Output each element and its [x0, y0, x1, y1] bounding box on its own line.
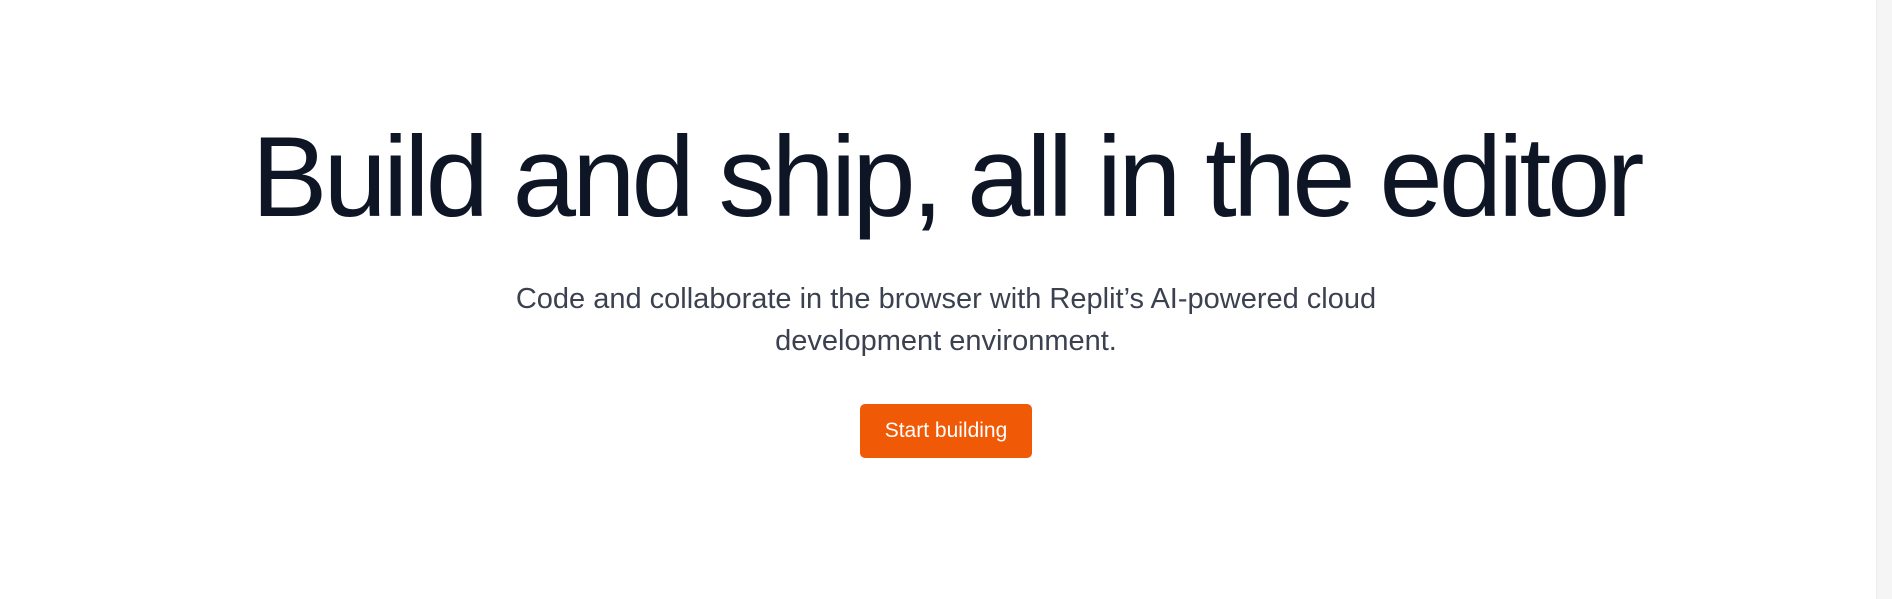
hero-section: Build and ship, all in the editor Code a… [0, 0, 1892, 458]
hero-title: Build and ship, all in the editor [251, 114, 1645, 241]
hero-subtitle: Code and collaborate in the browser with… [515, 283, 1377, 357]
page: Build and ship, all in the editor Code a… [0, 0, 1892, 599]
start-building-button[interactable]: Start building [859, 404, 1033, 458]
scrollbar[interactable] [1876, 0, 1892, 599]
